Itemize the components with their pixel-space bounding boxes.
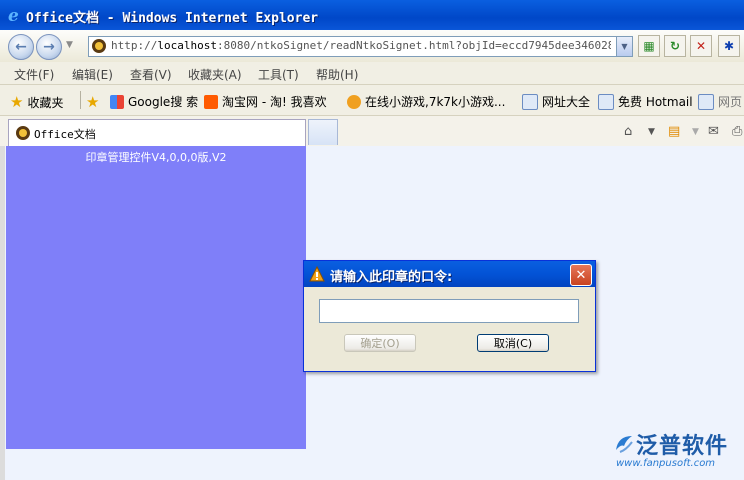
favorites-button[interactable]: ★ 收藏夹 xyxy=(10,93,63,111)
ie-logo-icon: e xyxy=(8,6,19,24)
brand-name: 泛普软件 xyxy=(636,434,729,459)
fav-item-label: 在线小游戏,7k7k小游戏... xyxy=(365,95,506,109)
menu-bar: 文件(F) 编辑(E) 查看(V) 收藏夹(A) 工具(T) 帮助(H) xyxy=(0,62,744,85)
password-dialog: 请输入此印章的口令: ✕ 确定(O) 取消(C) xyxy=(303,260,596,372)
address-dropdown-button[interactable]: ▼ xyxy=(616,36,633,57)
tab-office-document[interactable]: Office文档 xyxy=(8,119,306,146)
dialog-title: 请输入此印章的口令: xyxy=(330,270,453,285)
new-tab-button[interactable] xyxy=(308,119,338,145)
seal-control-caption: 印章管理控件V4,0,0,0版,V2 xyxy=(85,151,227,164)
stop-button[interactable]: ✕ xyxy=(690,35,712,57)
mail-icon[interactable]: ✉ xyxy=(708,124,719,139)
back-arrow-icon: ← xyxy=(15,39,27,55)
ie-page-icon xyxy=(522,93,538,110)
history-dropdown-icon[interactable]: ▼ xyxy=(66,40,73,50)
compatibility-button[interactable]: ▦ xyxy=(638,35,660,57)
star-icon: ★ xyxy=(10,93,24,111)
brand-logo-icon xyxy=(616,436,633,453)
window-title-bar: e Office文档 - Windows Internet Explorer xyxy=(0,0,744,30)
back-button[interactable]: ← xyxy=(8,34,34,60)
7k7k-icon xyxy=(347,94,361,109)
tab-label: Office文档 xyxy=(34,128,96,141)
cancel-button[interactable]: 取消(C) xyxy=(477,334,549,352)
ie-page-icon xyxy=(698,93,714,110)
add-favorite-icon: ★ xyxy=(86,93,100,111)
svg-text:e: e xyxy=(8,6,19,24)
address-url[interactable]: http://localhost:8080/ntkoSignet/readNtk… xyxy=(111,39,611,52)
fav-item-label: Google搜 索 xyxy=(128,95,199,109)
favorites-label: 收藏夹 xyxy=(27,95,64,110)
password-input[interactable] xyxy=(319,299,579,323)
taobao-icon xyxy=(204,94,218,109)
search-provider-button[interactable]: ✱ xyxy=(718,35,740,57)
fav-item-hotmail[interactable]: 免费 Hotmail xyxy=(598,93,693,110)
tab-bar: Office文档 ⌂ ▼ ▤ ▼ ✉ ⎙ xyxy=(0,116,744,147)
refresh-button[interactable]: ↻ xyxy=(664,35,686,57)
watermark-logo: 泛普软件 www.fanpusoft.com xyxy=(610,428,740,472)
menu-help[interactable]: 帮助(H) xyxy=(316,66,358,83)
address-bar[interactable]: http://localhost:8080/ntkoSignet/readNtk… xyxy=(88,36,620,57)
warning-seal-icon xyxy=(309,266,325,282)
menu-edit[interactable]: 编辑(E) xyxy=(72,66,113,83)
window-title: Office文档 - Windows Internet Explorer xyxy=(26,11,319,26)
home-dropdown-icon[interactable]: ▼ xyxy=(648,127,655,137)
compatibility-icon: ▦ xyxy=(643,39,655,53)
fav-item-label: 淘宝网 - 淘! 我喜欢 xyxy=(222,95,327,109)
ie-page-icon xyxy=(598,93,614,110)
fav-item-label: 网址大全 xyxy=(542,95,591,109)
fav-item-label: 免费 Hotmail xyxy=(618,95,693,109)
menu-favorites[interactable]: 收藏夹(A) xyxy=(188,66,242,83)
url-path: :8080/ntkoSignet/readNtkoSignet.html?obj… xyxy=(216,39,611,52)
site-icon xyxy=(16,126,30,140)
navigation-bar: ← → ▼ http://localhost:8080/ntkoSignet/r… xyxy=(0,30,744,63)
dialog-close-button[interactable]: ✕ xyxy=(570,264,592,286)
frame-border xyxy=(0,146,5,480)
fav-item-7k7k[interactable]: 在线小游戏,7k7k小游戏... xyxy=(347,93,505,110)
menu-tools[interactable]: 工具(T) xyxy=(258,66,299,83)
seal-control-panel: 印章管理控件V4,0,0,0版,V2 xyxy=(6,146,306,449)
brand-url: www.fanpusoft.com xyxy=(616,458,716,469)
fav-item-taobao[interactable]: 淘宝网 - 淘! 我喜欢 xyxy=(204,93,327,110)
url-prefix: http:// xyxy=(111,39,158,52)
fav-item-label: 网页 xyxy=(718,95,743,109)
fav-item-web[interactable]: 网页 xyxy=(698,93,742,110)
google-icon xyxy=(110,94,124,109)
forward-arrow-icon: → xyxy=(43,39,55,55)
fav-item-hao[interactable]: 网址大全 xyxy=(522,93,590,110)
site-icon xyxy=(92,39,106,53)
stop-icon: ✕ xyxy=(695,39,707,53)
favorites-separator xyxy=(80,91,81,109)
menu-file[interactable]: 文件(F) xyxy=(14,66,54,83)
rss-dropdown-icon[interactable]: ▼ xyxy=(692,127,699,137)
ok-button[interactable]: 确定(O) xyxy=(344,334,416,352)
favorites-bar: ★ 收藏夹 ★ Google搜 索 淘宝网 - 淘! 我喜欢 在线小游戏,7k7k… xyxy=(0,85,744,116)
rss-icon[interactable]: ▤ xyxy=(668,124,680,139)
forward-button[interactable]: → xyxy=(36,34,62,60)
fav-item-google[interactable]: Google搜 索 xyxy=(110,93,198,110)
add-favorite-button[interactable]: ★ xyxy=(86,93,99,111)
close-icon: ✕ xyxy=(575,267,587,283)
refresh-icon: ↻ xyxy=(669,39,681,53)
dialog-title-bar: 请输入此印章的口令: ✕ xyxy=(304,261,595,287)
menu-view[interactable]: 查看(V) xyxy=(130,66,172,83)
url-host: localhost xyxy=(157,39,217,52)
search-provider-icon: ✱ xyxy=(723,39,735,53)
print-icon[interactable]: ⎙ xyxy=(732,124,742,139)
home-icon[interactable]: ⌂ xyxy=(624,124,632,139)
